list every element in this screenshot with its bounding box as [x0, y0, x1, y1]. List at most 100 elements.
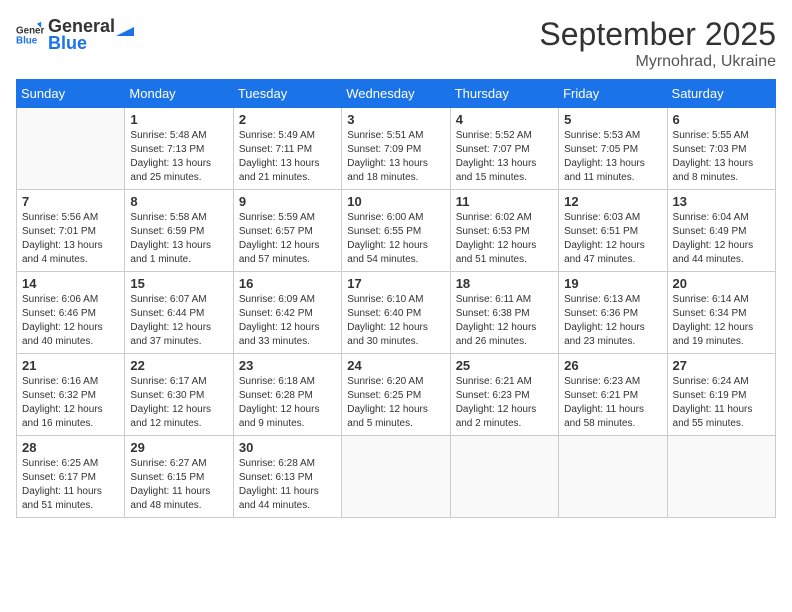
weekday-header-thursday: Thursday — [450, 80, 558, 108]
calendar-cell — [667, 436, 775, 518]
day-info: Sunrise: 6:14 AM Sunset: 6:34 PM Dayligh… — [673, 293, 770, 349]
day-info: Sunrise: 6:27 AM Sunset: 6:15 PM Dayligh… — [130, 457, 227, 513]
day-info: Sunrise: 5:53 AM Sunset: 7:05 PM Dayligh… — [564, 129, 661, 185]
calendar-cell: 21 Sunrise: 6:16 AM Sunset: 6:32 PM Dayli… — [17, 354, 125, 436]
calendar-cell: 14 Sunrise: 6:06 AM Sunset: 6:46 PM Dayli… — [17, 272, 125, 354]
day-number: 19 — [564, 276, 661, 291]
calendar-cell: 13 Sunrise: 6:04 AM Sunset: 6:49 PM Dayli… — [667, 190, 775, 272]
day-info: Sunrise: 5:52 AM Sunset: 7:07 PM Dayligh… — [456, 129, 553, 185]
day-number: 11 — [456, 194, 553, 209]
day-info: Sunrise: 6:11 AM Sunset: 6:38 PM Dayligh… — [456, 293, 553, 349]
calendar-cell: 18 Sunrise: 6:11 AM Sunset: 6:38 PM Dayli… — [450, 272, 558, 354]
day-info: Sunrise: 6:13 AM Sunset: 6:36 PM Dayligh… — [564, 293, 661, 349]
logo-icon: General Blue — [16, 21, 44, 49]
calendar-cell: 22Sunrise: 6:17 AM Sunset: 6:30 PM Dayli… — [125, 354, 233, 436]
title-block: September 2025 Myrnohrad, Ukraine — [539, 16, 776, 71]
day-info: Sunrise: 6:09 AM Sunset: 6:42 PM Dayligh… — [239, 293, 336, 349]
day-info: Sunrise: 5:58 AM Sunset: 6:59 PM Dayligh… — [130, 211, 227, 267]
calendar-cell: 3 Sunrise: 5:51 AM Sunset: 7:09 PM Daylig… — [342, 108, 450, 190]
day-number: 28 — [22, 440, 119, 455]
weekday-header-sunday: Sunday — [17, 80, 125, 108]
day-number: 12 — [564, 194, 661, 209]
day-info: Sunrise: 5:55 AM Sunset: 7:03 PM Dayligh… — [673, 129, 770, 185]
calendar-cell: 25Sunrise: 6:21 AM Sunset: 6:23 PM Dayli… — [450, 354, 558, 436]
day-number: 13 — [673, 194, 770, 209]
day-info: Sunrise: 5:59 AM Sunset: 6:57 PM Dayligh… — [239, 211, 336, 267]
day-number: 27 — [673, 358, 770, 373]
day-number: 3 — [347, 112, 444, 127]
weekday-header-saturday: Saturday — [667, 80, 775, 108]
day-info: Sunrise: 6:23 AM Sunset: 6:21 PM Dayligh… — [564, 375, 661, 431]
title-month: September 2025 — [539, 16, 776, 53]
weekday-header-monday: Monday — [125, 80, 233, 108]
day-number: 9 — [239, 194, 336, 209]
calendar-week-row: 28 Sunrise: 6:25 AM Sunset: 6:17 PM Dayli… — [17, 436, 776, 518]
calendar-cell: 11Sunrise: 6:02 AM Sunset: 6:53 PM Dayli… — [450, 190, 558, 272]
calendar-cell: 6 Sunrise: 5:55 AM Sunset: 7:03 PM Daylig… — [667, 108, 775, 190]
day-info: Sunrise: 6:24 AM Sunset: 6:19 PM Dayligh… — [673, 375, 770, 431]
svg-text:Blue: Blue — [16, 35, 38, 46]
calendar-cell: 15 Sunrise: 6:07 AM Sunset: 6:44 PM Dayli… — [125, 272, 233, 354]
weekday-header-tuesday: Tuesday — [233, 80, 341, 108]
day-info: Sunrise: 6:25 AM Sunset: 6:17 PM Dayligh… — [22, 457, 119, 513]
weekday-header-friday: Friday — [559, 80, 667, 108]
calendar-cell: 24Sunrise: 6:20 AM Sunset: 6:25 PM Dayli… — [342, 354, 450, 436]
weekday-header-wednesday: Wednesday — [342, 80, 450, 108]
day-info: Sunrise: 6:06 AM Sunset: 6:46 PM Dayligh… — [22, 293, 119, 349]
calendar-cell — [17, 108, 125, 190]
calendar-cell: 4Sunrise: 5:52 AM Sunset: 7:07 PM Daylig… — [450, 108, 558, 190]
calendar-cell: 19 Sunrise: 6:13 AM Sunset: 6:36 PM Dayli… — [559, 272, 667, 354]
day-info: Sunrise: 5:51 AM Sunset: 7:09 PM Dayligh… — [347, 129, 444, 185]
day-number: 7 — [22, 194, 119, 209]
day-info: Sunrise: 5:56 AM Sunset: 7:01 PM Dayligh… — [22, 211, 119, 267]
calendar-week-row: 21 Sunrise: 6:16 AM Sunset: 6:32 PM Dayli… — [17, 354, 776, 436]
day-info: Sunrise: 5:48 AM Sunset: 7:13 PM Dayligh… — [130, 129, 227, 185]
day-info: Sunrise: 6:28 AM Sunset: 6:13 PM Dayligh… — [239, 457, 336, 513]
calendar-cell: 2 Sunrise: 5:49 AM Sunset: 7:11 PM Daylig… — [233, 108, 341, 190]
day-number: 23 — [239, 358, 336, 373]
calendar-header-row: SundayMondayTuesdayWednesdayThursdayFrid… — [17, 80, 776, 108]
day-number: 29 — [130, 440, 227, 455]
day-number: 21 — [22, 358, 119, 373]
day-number: 6 — [673, 112, 770, 127]
calendar-cell: 7 Sunrise: 5:56 AM Sunset: 7:01 PM Daylig… — [17, 190, 125, 272]
day-info: Sunrise: 6:16 AM Sunset: 6:32 PM Dayligh… — [22, 375, 119, 431]
calendar-cell — [450, 436, 558, 518]
day-number: 17 — [347, 276, 444, 291]
calendar-cell — [342, 436, 450, 518]
calendar-cell — [559, 436, 667, 518]
calendar-cell: 12Sunrise: 6:03 AM Sunset: 6:51 PM Dayli… — [559, 190, 667, 272]
title-location: Myrnohrad, Ukraine — [539, 53, 776, 71]
day-number: 26 — [564, 358, 661, 373]
day-info: Sunrise: 6:18 AM Sunset: 6:28 PM Dayligh… — [239, 375, 336, 431]
day-info: Sunrise: 5:49 AM Sunset: 7:11 PM Dayligh… — [239, 129, 336, 185]
day-number: 15 — [130, 276, 227, 291]
day-number: 2 — [239, 112, 336, 127]
logo-triangle-icon — [116, 18, 134, 36]
day-info: Sunrise: 6:07 AM Sunset: 6:44 PM Dayligh… — [130, 293, 227, 349]
calendar-cell: 23 Sunrise: 6:18 AM Sunset: 6:28 PM Dayli… — [233, 354, 341, 436]
calendar-cell: 1Sunrise: 5:48 AM Sunset: 7:13 PM Daylig… — [125, 108, 233, 190]
calendar-table: SundayMondayTuesdayWednesdayThursdayFrid… — [16, 79, 776, 518]
calendar-cell: 27 Sunrise: 6:24 AM Sunset: 6:19 PM Dayli… — [667, 354, 775, 436]
day-info: Sunrise: 6:10 AM Sunset: 6:40 PM Dayligh… — [347, 293, 444, 349]
day-number: 20 — [673, 276, 770, 291]
day-number: 8 — [130, 194, 227, 209]
calendar-cell: 28 Sunrise: 6:25 AM Sunset: 6:17 PM Dayli… — [17, 436, 125, 518]
day-info: Sunrise: 6:00 AM Sunset: 6:55 PM Dayligh… — [347, 211, 444, 267]
day-number: 30 — [239, 440, 336, 455]
calendar-cell: 26 Sunrise: 6:23 AM Sunset: 6:21 PM Dayli… — [559, 354, 667, 436]
day-number: 22 — [130, 358, 227, 373]
calendar-cell: 9 Sunrise: 5:59 AM Sunset: 6:57 PM Daylig… — [233, 190, 341, 272]
calendar-week-row: 14 Sunrise: 6:06 AM Sunset: 6:46 PM Dayli… — [17, 272, 776, 354]
logo: General Blue General Blue — [16, 16, 135, 54]
day-number: 14 — [22, 276, 119, 291]
day-number: 18 — [456, 276, 553, 291]
calendar-cell: 16Sunrise: 6:09 AM Sunset: 6:42 PM Dayli… — [233, 272, 341, 354]
calendar-cell: 30 Sunrise: 6:28 AM Sunset: 6:13 PM Dayli… — [233, 436, 341, 518]
day-info: Sunrise: 6:04 AM Sunset: 6:49 PM Dayligh… — [673, 211, 770, 267]
calendar-cell: 20 Sunrise: 6:14 AM Sunset: 6:34 PM Dayli… — [667, 272, 775, 354]
day-number: 25 — [456, 358, 553, 373]
calendar-cell: 10Sunrise: 6:00 AM Sunset: 6:55 PM Dayli… — [342, 190, 450, 272]
day-number: 5 — [564, 112, 661, 127]
